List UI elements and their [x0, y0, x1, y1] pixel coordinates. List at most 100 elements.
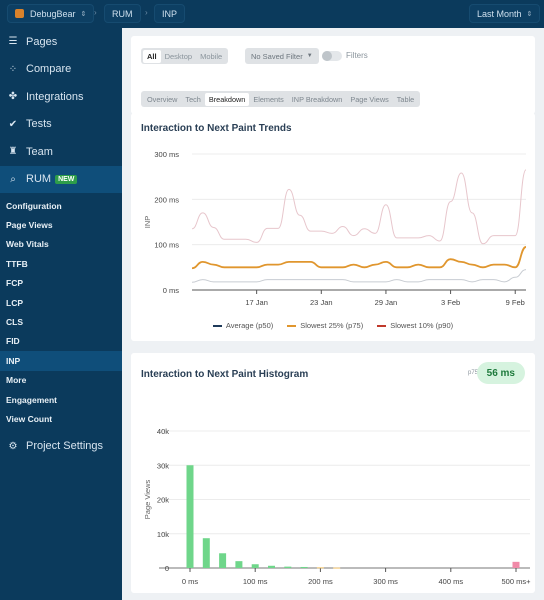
- legend-swatch: [377, 324, 387, 327]
- sidebar-item-label: RUM: [26, 173, 52, 186]
- tab-tech[interactable]: Tech: [181, 93, 204, 106]
- series-line-p90: [191, 169, 527, 245]
- sidebar-item-compare[interactable]: ⁘ Compare: [0, 56, 122, 84]
- histogram-bar: [512, 561, 520, 568]
- breadcrumb-rum[interactable]: RUM: [104, 4, 141, 23]
- top-bar: DebugBear ⇕ › RUM › INP Last Month ⇕: [0, 0, 544, 28]
- sidebar-item-integrations[interactable]: ✤ Integrations: [0, 83, 122, 111]
- legend-swatch: [212, 324, 222, 327]
- tab-bar: Overview Tech Breakdown Elements INP Bre…: [141, 91, 421, 107]
- sidebar-item-team[interactable]: ♜ Team: [0, 138, 122, 166]
- sidebar-sub-ttfb[interactable]: TTFB: [0, 254, 122, 273]
- sidebar-item-tests[interactable]: ✔ Tests: [0, 111, 122, 139]
- sidebar-sub-cls[interactable]: CLS: [0, 312, 122, 331]
- breadcrumb-separator-icon: ›: [94, 8, 97, 17]
- series-line-p75: [191, 246, 527, 270]
- y-tick-label: 0 ms: [163, 286, 180, 295]
- sidebar-item-project-settings[interactable]: ⚙ Project Settings: [0, 433, 122, 461]
- check-circle-icon: ✔: [8, 118, 18, 130]
- device-option-mobile[interactable]: Mobile: [196, 50, 226, 63]
- histogram-bar: [284, 566, 292, 568]
- sidebar-sub-view-count[interactable]: View Count: [0, 409, 122, 428]
- device-option-desktop[interactable]: Desktop: [161, 50, 197, 63]
- x-tick-label: 23 Jan: [310, 298, 333, 307]
- caret-down-icon: ▼: [306, 53, 313, 59]
- x-tick-label: 0 ms: [182, 577, 199, 586]
- inp-histogram-card: Interaction to Next Paint Histogram p75 …: [131, 353, 535, 593]
- sidebar-item-label: Pages: [26, 35, 58, 48]
- legend-label: Slowest 25% (p75): [300, 321, 364, 330]
- sidebar-item-label: Compare: [26, 63, 72, 76]
- gear-icon: ⚙: [8, 440, 18, 452]
- histogram-bar: [333, 567, 341, 569]
- x-tick-label: 17 Jan: [245, 298, 268, 307]
- sidebar-item-label: Tests: [26, 118, 52, 131]
- date-range-select[interactable]: Last Month ⇕: [469, 4, 541, 23]
- device-option-all[interactable]: All: [143, 49, 161, 63]
- histogram-bar: [202, 538, 210, 568]
- sidebar-sub-more[interactable]: More: [0, 371, 122, 390]
- x-tick-label: 500 ms+: [502, 577, 532, 586]
- legend-item-p90[interactable]: Slowest 10% (p90): [377, 321, 453, 330]
- sidebar-sub-configuration[interactable]: Configuration: [0, 196, 122, 215]
- sidebar-sub-inp[interactable]: INP: [0, 351, 122, 371]
- y-tick-label: 300 ms: [154, 150, 179, 159]
- users-icon: ♜: [8, 146, 18, 158]
- sidebar-item-rum[interactable]: ⌕ RUM NEW: [0, 165, 122, 193]
- histogram-bar: [251, 564, 259, 568]
- project-name: DebugBear: [30, 8, 76, 19]
- sidebar-item-label: Integrations: [26, 90, 84, 103]
- tab-inp-breakdown[interactable]: INP Breakdown: [288, 93, 347, 106]
- tab-overview[interactable]: Overview: [143, 93, 181, 106]
- x-tick-label: 9 Feb: [506, 298, 525, 307]
- search-chart-icon: ⌕: [10, 173, 16, 185]
- histogram-bar: [219, 553, 227, 568]
- tab-breakdown[interactable]: Breakdown: [204, 92, 250, 106]
- sidebar-sub-web-vitals[interactable]: Web Vitals: [0, 235, 122, 254]
- series-line-p50: [191, 269, 527, 283]
- sidebar-sub-page-views[interactable]: Page Views: [0, 215, 122, 234]
- histogram-bar: [300, 566, 308, 568]
- sidebar-sub-fid[interactable]: FID: [0, 332, 122, 351]
- legend-item-p75[interactable]: Slowest 25% (p75): [287, 321, 363, 330]
- x-tick-label: 3 Feb: [441, 298, 460, 307]
- tab-page-views[interactable]: Page Views: [346, 93, 392, 106]
- date-range-value: Last Month: [477, 8, 522, 19]
- y-tick-label: 100 ms: [154, 241, 179, 250]
- x-tick-label: 300 ms: [373, 577, 398, 586]
- histogram-bar: [268, 565, 275, 568]
- histogram-bar: [316, 567, 324, 569]
- new-badge: NEW: [55, 174, 78, 184]
- sidebar-sub-engagement[interactable]: Engagement: [0, 390, 122, 409]
- y-axis-label: Page Views: [143, 480, 152, 520]
- legend-item-p50[interactable]: Average (p50): [212, 321, 274, 330]
- saved-filter-dropdown[interactable]: No Saved Filter ▼: [245, 48, 319, 64]
- histogram-bar: [235, 561, 243, 568]
- inp-trends-card: Interaction to Next Paint Trends 0 ms 100…: [131, 113, 535, 341]
- filters-label: Filters: [346, 51, 368, 60]
- x-tick-label: 100 ms: [243, 577, 268, 586]
- x-tick-label: 200 ms: [308, 577, 333, 586]
- sidebar-sub-lcp[interactable]: LCP: [0, 293, 122, 312]
- tab-table[interactable]: Table: [393, 93, 418, 106]
- list-icon: ☰: [8, 36, 18, 48]
- sidebar-item-pages[interactable]: ☰ Pages: [0, 28, 122, 56]
- project-selector[interactable]: DebugBear ⇕: [7, 4, 95, 23]
- filter-panel: All Desktop Mobile No Saved Filter ▼ Fil…: [131, 36, 535, 114]
- y-axis-label: INP: [143, 216, 152, 229]
- breadcrumb-separator-icon: ›: [145, 8, 148, 17]
- trends-chart: 0 ms 100 ms 200 ms 300 ms INP 17 Jan 23 Jan 29 …: [143, 150, 527, 307]
- legend-label: Slowest 10% (p90): [390, 321, 454, 330]
- sidebar: ☰ Pages ⁘ Compare ✤ Integrations ✔ Tests…: [0, 28, 122, 600]
- chevron-updown-icon: ⇕: [526, 10, 533, 18]
- sidebar-sub-fcp[interactable]: FCP: [0, 274, 122, 293]
- y-tick-label: 40k: [157, 427, 169, 436]
- tab-elements[interactable]: Elements: [249, 93, 287, 106]
- legend-label: Average (p50): [225, 321, 274, 330]
- histogram-chart: 0 10k 20k 30k 40k Page Views 0 ms 100 ms 200 ms 3…: [143, 427, 532, 586]
- puzzle-icon: ✤: [8, 91, 18, 103]
- filters-toggle[interactable]: [322, 51, 342, 61]
- sidebar-item-label: Team: [26, 145, 53, 158]
- x-tick-label: 400 ms: [438, 577, 463, 586]
- breadcrumb-inp[interactable]: INP: [154, 4, 186, 23]
